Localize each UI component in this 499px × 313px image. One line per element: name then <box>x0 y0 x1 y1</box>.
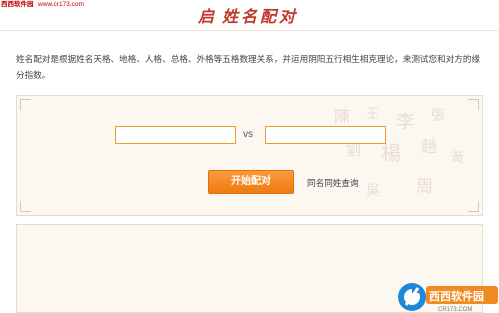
svg-text:趙: 趙 <box>421 137 437 156</box>
page-title: 启 姓名配对 <box>198 2 298 28</box>
svg-text:西西软件园: 西西软件园 <box>429 289 484 303</box>
pairing-form-panel: 陳 王 李 張 劉 楊 趙 黃 吳 周 vs 开始配对 同名同姓查询 <box>16 95 483 216</box>
site-name: 西西软件园 <box>1 1 34 8</box>
svg-text:陳: 陳 <box>334 107 350 126</box>
site-watermark-logo: 西西软件园 CR173.COM <box>398 283 498 313</box>
corner-ornament <box>20 99 31 110</box>
svg-text:李: 李 <box>396 112 414 133</box>
vs-label: vs <box>243 129 253 140</box>
description-text: 姓名配对是根据姓名天格、地格、人格、总格、外格等五格数理关系，并运用阴阳五行相生… <box>16 55 481 81</box>
start-pairing-button[interactable]: 开始配对 <box>208 170 294 194</box>
name1-input[interactable] <box>115 126 236 144</box>
svg-text:王: 王 <box>366 107 379 122</box>
svg-text:吳: 吳 <box>366 183 380 199</box>
svg-text:周: 周 <box>416 177 433 197</box>
same-name-search-link[interactable]: 同名同姓查询 <box>307 177 359 189</box>
calligraphy-background-icon: 陳 王 李 張 劉 楊 趙 黃 吳 周 <box>334 107 464 199</box>
site-url[interactable]: www.cr173.com <box>38 0 84 10</box>
svg-text:CR173.COM: CR173.COM <box>438 307 472 313</box>
name2-input[interactable] <box>265 126 386 144</box>
title-text: 姓名配对 <box>222 7 299 26</box>
title-seal-icon: 启 <box>198 7 215 26</box>
svg-text:楊: 楊 <box>381 141 401 165</box>
title-divider <box>0 30 499 31</box>
corner-ornament <box>20 201 31 212</box>
svg-text:張: 張 <box>431 108 445 124</box>
svg-text:黃: 黃 <box>451 151 464 166</box>
